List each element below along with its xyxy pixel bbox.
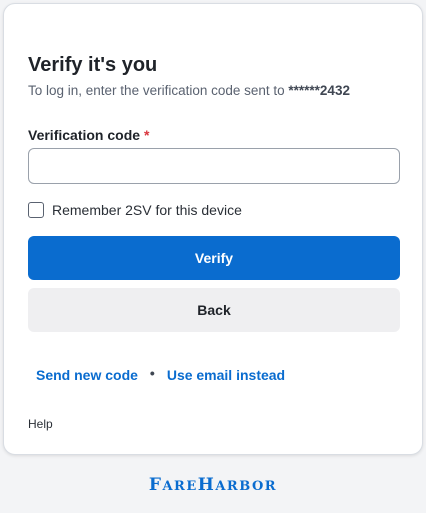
logo-initial-h: H bbox=[197, 475, 216, 495]
remember-device-checkbox[interactable] bbox=[28, 202, 44, 218]
verify-card: Verify it's you To log in, enter the ver… bbox=[3, 3, 423, 455]
subtitle: To log in, enter the verification code s… bbox=[28, 82, 350, 100]
back-button[interactable]: Back bbox=[28, 288, 400, 332]
required-asterisk: * bbox=[143, 127, 150, 143]
subtitle-text: To log in, enter the verification code s… bbox=[28, 83, 289, 98]
fareharbor-logo: FAREHARBOR bbox=[0, 475, 426, 495]
separator-dot: • bbox=[149, 365, 155, 381]
masked-phone-number: ******2432 bbox=[288, 83, 350, 98]
send-new-code-link[interactable]: Send new code bbox=[36, 366, 138, 384]
logo-initial-f: F bbox=[148, 475, 163, 495]
page-title: Verify it's you bbox=[28, 54, 158, 76]
help-link[interactable]: Help bbox=[28, 417, 53, 431]
use-email-instead-link[interactable]: Use email instead bbox=[167, 366, 285, 384]
remember-device-label[interactable]: Remember 2SV for this device bbox=[52, 202, 242, 218]
verification-code-label-text: Verification code bbox=[28, 127, 141, 143]
verification-code-label: Verification code * bbox=[28, 126, 149, 144]
verify-button[interactable]: Verify bbox=[28, 236, 400, 280]
logo-text-arbor: ARBOR bbox=[215, 479, 278, 494]
verification-code-input[interactable] bbox=[28, 148, 400, 184]
alternate-options: Send new code • Use email instead bbox=[36, 365, 285, 384]
logo-text-are: ARE bbox=[162, 479, 198, 494]
remember-device-option[interactable]: Remember 2SV for this device bbox=[28, 201, 242, 219]
